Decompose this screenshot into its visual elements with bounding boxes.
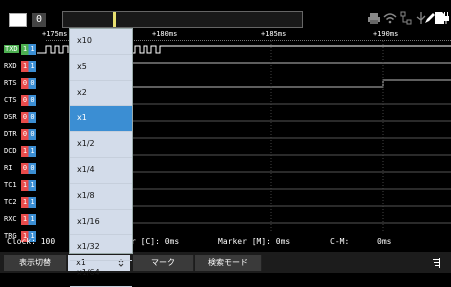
time-label: +175ms [42,30,68,38]
zoom-option[interactable]: x1/2 [70,132,132,158]
wifi-icon [383,13,397,24]
zoom-option[interactable]: x1/32 [70,235,132,262]
zoom-option[interactable]: x1/4 [70,158,132,184]
zoom-dropdown-menu: x10 x5 x2 x1 x1/2 x1/4 x1/8 x1/16 x1/32 x1/64 [69,28,133,287]
search-mode-button[interactable]: 検索モード [195,255,262,271]
zoom-option[interactable]: x5 [70,55,132,81]
power-plug-icon [443,12,449,24]
cm-label: C-M: [330,237,350,246]
counter-badge: 0 [32,13,46,27]
mark-button[interactable]: マーク [133,255,194,271]
cursor-readout: r [C]: 0ms [131,237,180,246]
printer-icon [368,13,380,24]
overview-position-marker[interactable] [113,12,116,27]
zoom-option[interactable]: x1/16 [70,210,132,236]
zoom-option[interactable]: x10 [70,29,132,55]
menu-icon[interactable] [431,258,441,268]
time-label: +180ms [152,30,178,38]
network-icon [400,11,412,25]
zoom-option[interactable]: x1 [70,106,132,133]
status-box [9,13,27,27]
time-label: +190ms [373,30,399,38]
zoom-option[interactable]: x1/64 [70,261,132,287]
time-label: +185ms [261,30,287,38]
zoom-option[interactable]: x1/8 [70,184,132,210]
footer-readout: Clock: 100 r [C]: 0ms Marker [M]: 0ms C-… [0,230,451,252]
cm-value: 0ms [377,237,392,246]
display-switch-button[interactable]: 表示切替 [4,255,67,271]
overview-scrollbar[interactable] [62,11,303,28]
clock-readout: Clock: 100 [7,237,56,246]
waveform-canvas [37,41,451,231]
zoom-option[interactable]: x2 [70,81,132,107]
marker-readout: Marker [M]: 0ms [218,237,291,246]
time-ruler: +175ms +180ms +185ms +190ms [0,30,451,40]
